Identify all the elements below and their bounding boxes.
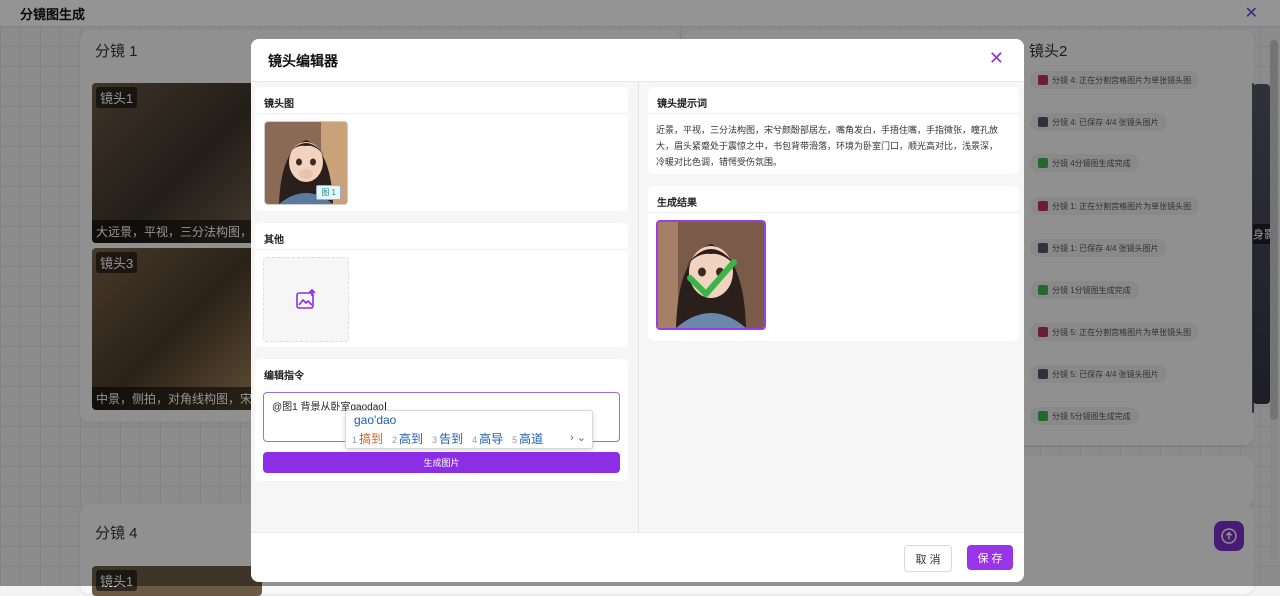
- ime-candidate-window: gao'dao 1 搞到 2 高到 3 告到 4 高导 5 高道 › ⌄: [345, 410, 593, 449]
- ime-candidate[interactable]: 4 高导: [472, 430, 503, 447]
- shot-image-title: 镜头图: [264, 99, 294, 110]
- ime-candidate[interactable]: 2 高到: [392, 430, 423, 447]
- modal-header: 镜头编辑器 ✕: [251, 39, 1024, 82]
- result-image[interactable]: [656, 220, 766, 330]
- shot-image-card: 镜头图 图 1: [255, 87, 628, 211]
- ime-pinyin: gao'dao: [354, 413, 397, 427]
- other-card: 其他: [255, 223, 628, 347]
- modal-title: 镜头编辑器: [268, 53, 338, 69]
- save-button[interactable]: 保 存: [967, 545, 1013, 570]
- edit-instruction-card: 编辑指令 @图1 背景从卧室gaodao gao'dao 1 搞到 2 高到 3 告到…: [255, 359, 628, 481]
- result-card: 生成结果: [648, 186, 1019, 341]
- other-title: 其他: [264, 235, 284, 246]
- shot-editor-modal: 镜头编辑器 ✕ 镜头图 图 1 其他 编辑指令 @图1 背景从卧室gaodao …: [251, 39, 1024, 582]
- upload-image-button[interactable]: [263, 257, 349, 342]
- prompt-title: 镜头提示词: [657, 99, 707, 110]
- image-upload-icon: [296, 288, 316, 309]
- generate-image-button[interactable]: 生成图片: [263, 452, 620, 473]
- cancel-button[interactable]: 取 消: [904, 545, 952, 572]
- edit-title: 编辑指令: [264, 371, 304, 382]
- ime-candidate[interactable]: 5 高道: [512, 430, 543, 447]
- ime-candidate[interactable]: 3 告到: [432, 430, 463, 447]
- shot-image[interactable]: 图 1: [264, 121, 348, 205]
- ime-next-icon[interactable]: › ⌄: [570, 431, 586, 444]
- close-icon[interactable]: ✕: [989, 48, 1004, 69]
- result-title: 生成结果: [657, 198, 697, 209]
- ime-candidate[interactable]: 1 搞到: [352, 430, 383, 447]
- image-badge: 图 1: [316, 185, 341, 200]
- column-divider: [638, 81, 639, 533]
- prompt-card: 镜头提示词 近景，平视，三分法构图，宋兮颜酚部居左，嘴角发白，手捂住嘴，手指微张…: [648, 87, 1019, 174]
- prompt-text: 近景，平视，三分法构图，宋兮颜酚部居左，嘴角发白，手捂住嘴，手指微张，瞳孔放大，…: [656, 125, 999, 167]
- anime-girl-image: [658, 222, 764, 328]
- modal-footer: 取 消 保 存: [251, 532, 1024, 582]
